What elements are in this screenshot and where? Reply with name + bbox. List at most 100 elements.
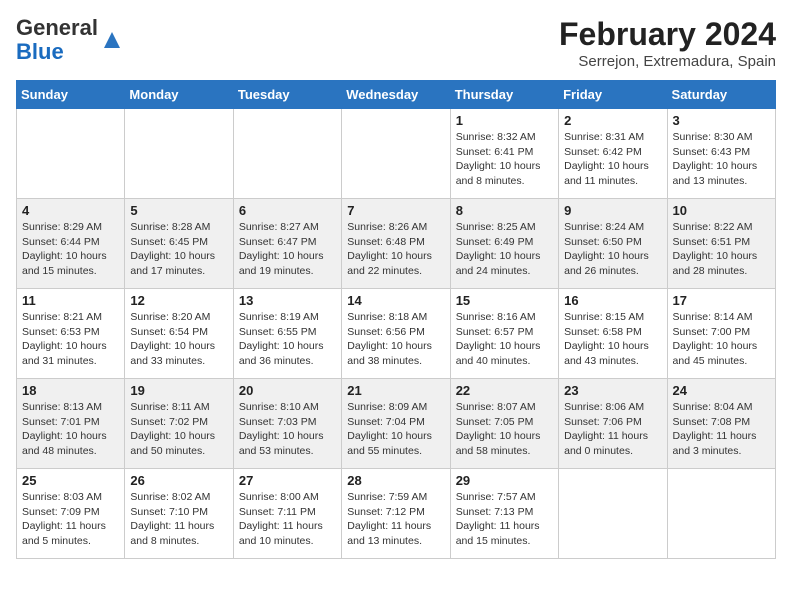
day-number: 29 — [456, 473, 553, 488]
calendar-cell: 24 Sunrise: 8:04 AM Sunset: 7:08 PM Dayli… — [667, 379, 775, 469]
calendar-cell: 16 Sunrise: 8:15 AM Sunset: 6:58 PM Dayli… — [559, 289, 667, 379]
day-number: 8 — [456, 203, 553, 218]
day-info: Sunrise: 8:24 AM Sunset: 6:50 PM Dayligh… — [564, 220, 661, 279]
logo-text: General Blue — [16, 16, 98, 64]
calendar-cell: 20 Sunrise: 8:10 AM Sunset: 7:03 PM Dayli… — [233, 379, 341, 469]
calendar-cell: 7 Sunrise: 8:26 AM Sunset: 6:48 PM Daylig… — [342, 199, 450, 289]
day-info: Sunrise: 8:25 AM Sunset: 6:49 PM Dayligh… — [456, 220, 553, 279]
day-number: 27 — [239, 473, 336, 488]
day-info: Sunrise: 7:57 AM Sunset: 7:13 PM Dayligh… — [456, 490, 553, 549]
day-info: Sunrise: 8:11 AM Sunset: 7:02 PM Dayligh… — [130, 400, 227, 459]
day-info: Sunrise: 8:26 AM Sunset: 6:48 PM Dayligh… — [347, 220, 444, 279]
calendar-cell: 9 Sunrise: 8:24 AM Sunset: 6:50 PM Daylig… — [559, 199, 667, 289]
day-number: 2 — [564, 113, 661, 128]
calendar-cell — [233, 109, 341, 199]
calendar-cell: 25 Sunrise: 8:03 AM Sunset: 7:09 PM Dayli… — [17, 469, 125, 559]
day-info: Sunrise: 8:30 AM Sunset: 6:43 PM Dayligh… — [673, 130, 770, 189]
col-header-wednesday: Wednesday — [342, 81, 450, 109]
month-year-title: February 2024 — [559, 16, 776, 53]
title-block: February 2024 Serrejon, Extremadura, Spa… — [559, 16, 776, 70]
calendar-cell: 13Sunrise: 8:19 AM Sunset: 6:55 PM Dayli… — [233, 289, 341, 379]
calendar-cell: 29 Sunrise: 7:57 AM Sunset: 7:13 PM Dayli… — [450, 469, 558, 559]
day-number: 19 — [130, 383, 227, 398]
day-number: 22 — [456, 383, 553, 398]
calendar-table: SundayMondayTuesdayWednesdayThursdayFrid… — [16, 80, 776, 559]
day-info: Sunrise: 8:14 AM Sunset: 7:00 PM Dayligh… — [673, 310, 770, 369]
day-info: Sunrise: 8:29 AM Sunset: 6:44 PM Dayligh… — [22, 220, 119, 279]
day-info: Sunrise: 8:31 AM Sunset: 6:42 PM Dayligh… — [564, 130, 661, 189]
day-number: 17 — [673, 293, 770, 308]
logo-blue: Blue — [16, 39, 64, 64]
calendar-header-row: SundayMondayTuesdayWednesdayThursdayFrid… — [17, 81, 776, 109]
day-info: Sunrise: 8:32 AM Sunset: 6:41 PM Dayligh… — [456, 130, 553, 189]
col-header-saturday: Saturday — [667, 81, 775, 109]
day-number: 10 — [673, 203, 770, 218]
calendar-cell — [17, 109, 125, 199]
day-number: 28 — [347, 473, 444, 488]
day-info: Sunrise: 8:18 AM Sunset: 6:56 PM Dayligh… — [347, 310, 444, 369]
day-number: 11 — [22, 293, 119, 308]
calendar-cell: 22 Sunrise: 8:07 AM Sunset: 7:05 PM Dayli… — [450, 379, 558, 469]
day-number: 23 — [564, 383, 661, 398]
day-info: Sunrise: 8:04 AM Sunset: 7:08 PM Dayligh… — [673, 400, 770, 459]
calendar-cell: 19 Sunrise: 8:11 AM Sunset: 7:02 PM Dayli… — [125, 379, 233, 469]
calendar-cell: 3Sunrise: 8:30 AM Sunset: 6:43 PM Daylig… — [667, 109, 775, 199]
calendar-cell: 21Sunrise: 8:09 AM Sunset: 7:04 PM Dayli… — [342, 379, 450, 469]
calendar-cell — [559, 469, 667, 559]
calendar-cell: 17 Sunrise: 8:14 AM Sunset: 7:00 PM Dayli… — [667, 289, 775, 379]
day-info: Sunrise: 8:20 AM Sunset: 6:54 PM Dayligh… — [130, 310, 227, 369]
calendar-cell: 11 Sunrise: 8:21 AM Sunset: 6:53 PM Dayli… — [17, 289, 125, 379]
day-number: 5 — [130, 203, 227, 218]
day-number: 9 — [564, 203, 661, 218]
day-number: 6 — [239, 203, 336, 218]
calendar-week-row: 1Sunrise: 8:32 AM Sunset: 6:41 PM Daylig… — [17, 109, 776, 199]
calendar-cell: 6 Sunrise: 8:27 AM Sunset: 6:47 PM Daylig… — [233, 199, 341, 289]
day-number: 18 — [22, 383, 119, 398]
day-info: Sunrise: 8:03 AM Sunset: 7:09 PM Dayligh… — [22, 490, 119, 549]
calendar-week-row: 25 Sunrise: 8:03 AM Sunset: 7:09 PM Dayli… — [17, 469, 776, 559]
day-info: Sunrise: 8:10 AM Sunset: 7:03 PM Dayligh… — [239, 400, 336, 459]
day-info: Sunrise: 8:07 AM Sunset: 7:05 PM Dayligh… — [456, 400, 553, 459]
day-info: Sunrise: 8:06 AM Sunset: 7:06 PM Dayligh… — [564, 400, 661, 459]
day-number: 20 — [239, 383, 336, 398]
calendar-cell — [342, 109, 450, 199]
calendar-cell: 12Sunrise: 8:20 AM Sunset: 6:54 PM Dayli… — [125, 289, 233, 379]
col-header-monday: Monday — [125, 81, 233, 109]
col-header-sunday: Sunday — [17, 81, 125, 109]
calendar-week-row: 4 Sunrise: 8:29 AM Sunset: 6:44 PM Daylig… — [17, 199, 776, 289]
col-header-thursday: Thursday — [450, 81, 558, 109]
calendar-cell: 18 Sunrise: 8:13 AM Sunset: 7:01 PM Dayli… — [17, 379, 125, 469]
day-info: Sunrise: 8:28 AM Sunset: 6:45 PM Dayligh… — [130, 220, 227, 279]
day-info: Sunrise: 8:19 AM Sunset: 6:55 PM Dayligh… — [239, 310, 336, 369]
calendar-cell: 5 Sunrise: 8:28 AM Sunset: 6:45 PM Daylig… — [125, 199, 233, 289]
logo-triangle-icon — [100, 28, 124, 52]
day-info: Sunrise: 8:16 AM Sunset: 6:57 PM Dayligh… — [456, 310, 553, 369]
day-info: Sunrise: 8:13 AM Sunset: 7:01 PM Dayligh… — [22, 400, 119, 459]
day-info: Sunrise: 7:59 AM Sunset: 7:12 PM Dayligh… — [347, 490, 444, 549]
col-header-tuesday: Tuesday — [233, 81, 341, 109]
calendar-cell: 28 Sunrise: 7:59 AM Sunset: 7:12 PM Dayli… — [342, 469, 450, 559]
calendar-cell: 27Sunrise: 8:00 AM Sunset: 7:11 PM Dayli… — [233, 469, 341, 559]
day-number: 16 — [564, 293, 661, 308]
page-header: General Blue February 2024 Serrejon, Ext… — [16, 16, 776, 70]
col-header-friday: Friday — [559, 81, 667, 109]
calendar-cell: 4 Sunrise: 8:29 AM Sunset: 6:44 PM Daylig… — [17, 199, 125, 289]
calendar-cell: 15 Sunrise: 8:16 AM Sunset: 6:57 PM Dayli… — [450, 289, 558, 379]
day-info: Sunrise: 8:09 AM Sunset: 7:04 PM Dayligh… — [347, 400, 444, 459]
day-info: Sunrise: 8:21 AM Sunset: 6:53 PM Dayligh… — [22, 310, 119, 369]
location-subtitle: Serrejon, Extremadura, Spain — [559, 53, 776, 70]
calendar-cell: 14Sunrise: 8:18 AM Sunset: 6:56 PM Dayli… — [342, 289, 450, 379]
day-number: 24 — [673, 383, 770, 398]
calendar-cell: 10 Sunrise: 8:22 AM Sunset: 6:51 PM Dayli… — [667, 199, 775, 289]
day-info: Sunrise: 8:22 AM Sunset: 6:51 PM Dayligh… — [673, 220, 770, 279]
day-number: 7 — [347, 203, 444, 218]
logo-general: General — [16, 15, 98, 40]
day-info: Sunrise: 8:15 AM Sunset: 6:58 PM Dayligh… — [564, 310, 661, 369]
calendar-cell: 26Sunrise: 8:02 AM Sunset: 7:10 PM Dayli… — [125, 469, 233, 559]
calendar-cell: 2 Sunrise: 8:31 AM Sunset: 6:42 PM Daylig… — [559, 109, 667, 199]
day-number: 15 — [456, 293, 553, 308]
day-info: Sunrise: 8:27 AM Sunset: 6:47 PM Dayligh… — [239, 220, 336, 279]
day-number: 25 — [22, 473, 119, 488]
calendar-cell: 1Sunrise: 8:32 AM Sunset: 6:41 PM Daylig… — [450, 109, 558, 199]
day-number: 4 — [22, 203, 119, 218]
